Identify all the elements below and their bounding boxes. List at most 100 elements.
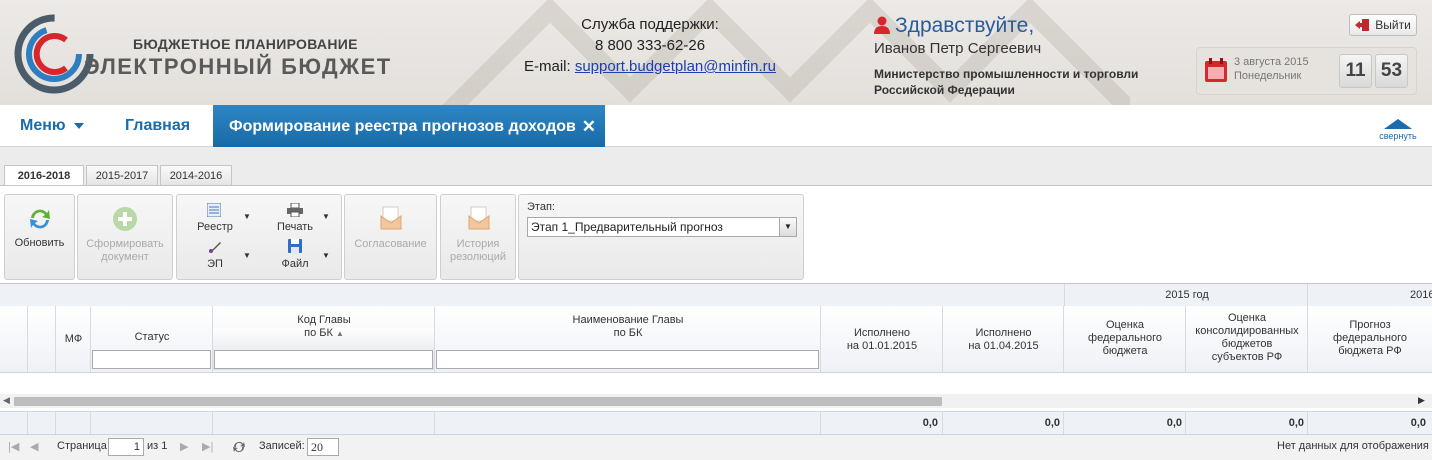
chevron-down-icon[interactable]: ▼ [779,218,796,236]
form-document-label-1: Сформировать [86,238,164,250]
print-button[interactable]: Печать [271,221,319,233]
next-page-icon[interactable]: ▶ [180,440,188,453]
col-exec-0104-label: Исполнено на 01.04.2015 [943,327,1064,353]
tab-2014-2016[interactable]: 2014-2016 [160,165,232,185]
tab-2016-2018[interactable]: 2016-2018 [4,165,84,186]
chevron-down-icon[interactable]: ▼ [243,251,251,260]
group-2015: 2015 год [1165,289,1209,301]
col-fed-estimate[interactable]: Оценка федерального бюджета [1064,306,1186,372]
chevron-down-icon[interactable]: ▼ [322,212,330,221]
approval-button[interactable]: Согласование [344,194,437,280]
col-exec-0104[interactable]: Исполнено на 01.04.2015 [943,306,1064,372]
logout-label: Выйти [1375,18,1411,32]
history-icon [468,206,490,230]
history-label: История резолюций [441,238,515,264]
form-document-label-2: документ [101,251,149,263]
no-data-message: Нет данных для отображения [1277,440,1429,452]
col-fed-forecast[interactable]: Прогноз федерального бюджета РФ [1308,306,1432,372]
close-icon[interactable]: ✕ [582,105,596,149]
col-fed-label-3: бюджета [1102,345,1148,357]
user-icon [874,16,890,34]
logo-subtitle: БЮДЖЕТНОЕ ПЛАНИРОВАНИЕ [133,36,358,52]
scroll-thumb[interactable] [14,397,942,406]
clock-hours: 11 [1339,54,1372,88]
app-header: БЮДЖЕТНОЕ ПЛАНИРОВАНИЕ ЭЛЕКТРОННЫЙ БЮДЖЕ… [0,0,1432,105]
date-line: 3 августа 2015 [1234,56,1309,68]
refresh-icon [30,209,50,229]
last-page-icon[interactable]: ▶| [202,440,213,453]
col-cons-label-3: бюджетов [1221,338,1273,350]
weekday-line: Понедельник [1234,70,1302,82]
col-cons-label-4: субъектов РФ [1211,351,1283,363]
logout-icon [1355,19,1370,31]
tab-2015-2017[interactable]: 2015-2017 [86,165,158,185]
col-exec-0101-label: Исполнено на 01.01.2015 [821,327,943,353]
history-label-1: История [456,238,500,250]
file-button[interactable]: Файл [273,258,317,270]
prev-page-icon[interactable]: ◀ [30,440,38,453]
page-input[interactable]: 1 [108,438,144,456]
collapse-icon [1384,119,1412,129]
totals-cell [56,412,91,434]
form-document-button[interactable]: Сформировать документ [77,194,173,280]
header-row: МФ Статус Код Главы по БК ▲ Наименование… [0,306,1432,373]
stage-label: Этап: [527,201,555,213]
clock-minutes: 53 [1375,54,1408,88]
support-block: Служба поддержки: 8 800 333-62-26 E-mail… [500,14,800,77]
col-code-label-1: Код Главы [297,314,351,326]
greeting: Здравствуйте, [874,14,1034,38]
group-2015-cell: 2015 год [1064,284,1308,306]
scroll-right-icon[interactable]: ▶ [1418,395,1425,406]
col-cons-estimate[interactable]: Оценка консолидированных бюджетов субъек… [1186,306,1308,372]
col-mf[interactable]: МФ [56,306,91,372]
totals-cell [28,412,56,434]
col-exec-0101-label-2: на 01.01.2015 [846,340,918,352]
col-exec-0101[interactable]: Исполнено на 01.01.2015 [821,306,943,372]
support-email-link[interactable]: support.budgetplan@minfin.ru [575,58,776,75]
col-fed-estimate-label: Оценка федерального бюджета [1064,319,1186,358]
col-exec-0104-label-1: Исполнено [975,327,1032,339]
active-tab[interactable]: Формирование реестра прогнозов доходов ✕ [213,105,605,147]
print-icon [287,203,303,217]
actions-group: Реестр ▼ Печать ▼ ЭП ▼ Файл ▼ [176,194,342,280]
calendar-icon [1205,58,1227,82]
totals-cell [213,412,435,434]
registry-button[interactable]: Реестр [193,221,237,233]
col-name-label-1: Наименование Главы [572,314,684,326]
collapse-button[interactable]: свернуть [1376,119,1420,141]
records-input[interactable]: 20 [307,438,339,456]
col-fed-label-1: Оценка [1105,319,1145,331]
filter-name-input[interactable] [436,350,819,369]
stage-group: Этап: Этап 1_Предварительный прогноз ▼ [518,194,804,280]
filter-status-input[interactable] [92,350,211,369]
resolution-history-button[interactable]: История резолюций [440,194,516,280]
refresh-button[interactable]: Обновить [4,194,75,280]
current-date: 3 августа 2015 Понедельник [1234,55,1309,83]
page-label: Страница [57,440,107,452]
col-prog-label-3: бюджета РФ [1338,345,1402,357]
active-tab-label: Формирование реестра прогнозов доходов [229,118,576,135]
sort-asc-icon: ▲ [335,329,344,338]
support-phone: 8 800 333-62-26 [594,37,706,54]
stage-select[interactable]: Этап 1_Предварительный прогноз ▼ [527,217,797,237]
header-group-row: 2015 год 2016 [0,284,1432,307]
col-mf-label: МФ [64,333,83,345]
logout-button[interactable]: Выйти [1349,14,1417,36]
totals-cell [91,412,213,434]
home-link[interactable]: Главная [125,117,190,135]
total-exec-0104: 0,0 [1044,417,1060,429]
menu-label: Меню [20,117,66,134]
chevron-down-icon[interactable]: ▼ [243,212,251,221]
first-page-icon[interactable]: |◀ [8,440,19,453]
refresh-icon[interactable] [232,440,246,454]
col-expand [28,306,56,372]
support-title: Служба поддержки: [581,16,719,33]
menu-button[interactable]: Меню [20,117,85,135]
horizontal-scrollbar[interactable]: ◀ ▶ [0,394,1432,408]
chevron-down-icon[interactable]: ▼ [322,251,330,260]
ep-button[interactable]: ЭП [193,258,237,270]
scroll-left-icon[interactable]: ◀ [3,395,10,406]
col-exec-0104-label-2: на 01.04.2015 [968,340,1039,352]
filter-code-input[interactable] [214,350,433,369]
total-fed-forecast: 0,0 [1410,417,1426,429]
